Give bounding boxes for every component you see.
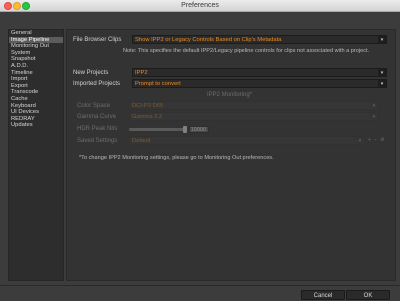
chevron-down-icon: ▾ bbox=[378, 69, 386, 76]
sidebar-item-redray[interactable]: REDRAY bbox=[9, 116, 63, 123]
footer-divider bbox=[0, 285, 400, 286]
sidebar-item-image-pipeline[interactable]: Image Pipeline bbox=[9, 36, 63, 44]
new-projects-dropdown[interactable]: IPP2 ▾ bbox=[132, 68, 387, 77]
ok-button[interactable]: OK bbox=[346, 290, 390, 300]
gamma-curve-value: Gamma 2.2 bbox=[132, 114, 163, 120]
sidebar-item-export[interactable]: Export bbox=[9, 83, 63, 90]
chevron-down-icon: ▾ bbox=[378, 36, 386, 43]
sidebar-item-monitoring-out[interactable]: Monitoring Out bbox=[9, 43, 63, 50]
sidebar-item-transcode[interactable]: Transcode bbox=[9, 89, 63, 96]
hdr-peak-nits-label: HDR Peak Nits bbox=[77, 126, 118, 132]
ipp2-monitoring-footnote: *To change IPP2 Monitoring settings, ple… bbox=[79, 155, 274, 161]
file-browser-clips-value: Show IPP2 or Legacy Controls Based on Cl… bbox=[135, 37, 282, 43]
sidebar-item-ui-devices[interactable]: UI Devices bbox=[9, 109, 63, 116]
sidebar-item-keyboard[interactable]: Keyboard bbox=[9, 103, 63, 110]
chevron-down-icon: ▾ bbox=[378, 80, 386, 87]
gear-icon[interactable]: ⚙ bbox=[380, 137, 384, 143]
saved-settings-value: Default bbox=[132, 138, 151, 144]
preferences-sidebar: General Image Pipeline Monitoring Out Sy… bbox=[8, 29, 64, 281]
hdr-peak-nits-value[interactable]: 10000 bbox=[189, 126, 209, 133]
preferences-window: General Image Pipeline Monitoring Out Sy… bbox=[0, 12, 400, 300]
sidebar-item-import[interactable]: Import bbox=[9, 76, 63, 83]
sidebar-item-general[interactable]: General bbox=[9, 30, 63, 37]
sidebar-item-cache[interactable]: Cache bbox=[9, 96, 63, 103]
color-space-dropdown[interactable]: DCI-P3 D65 ▾ bbox=[129, 101, 379, 110]
gamma-curve-label: Gamma Curve bbox=[77, 114, 117, 120]
gamma-curve-dropdown[interactable]: Gamma 2.2 ▾ bbox=[129, 112, 379, 121]
saved-settings-label: Saved Settings bbox=[77, 138, 118, 144]
new-projects-value: IPP2 bbox=[135, 70, 148, 76]
remove-icon[interactable]: − bbox=[374, 137, 377, 143]
sidebar-item-snapshot[interactable]: Snapshot bbox=[9, 56, 63, 63]
file-browser-clips-note: Note: This specifies the default IPP2/Le… bbox=[123, 48, 370, 54]
color-space-value: DCI-P3 D65 bbox=[132, 103, 164, 109]
sidebar-item-add[interactable]: A.D.D. bbox=[9, 63, 63, 70]
ipp2-monitoring-heading: IPP2 Monitoring* bbox=[207, 92, 253, 98]
file-browser-clips-dropdown[interactable]: Show IPP2 or Legacy Controls Based on Cl… bbox=[132, 35, 387, 44]
window-title: Preferences bbox=[181, 2, 219, 9]
color-space-label: Color Space bbox=[77, 103, 111, 109]
title-bar: Preferences bbox=[0, 0, 400, 12]
imported-projects-dropdown[interactable]: Prompt to convert ▾ bbox=[132, 79, 387, 88]
sidebar-item-timeline[interactable]: Timeline bbox=[9, 70, 63, 77]
new-projects-label: New Projects bbox=[73, 70, 109, 76]
imported-projects-value: Prompt to convert bbox=[135, 81, 181, 87]
hdr-peak-nits-slider-thumb[interactable] bbox=[183, 126, 187, 133]
chevron-down-icon: ▾ bbox=[356, 137, 364, 144]
add-icon[interactable]: + bbox=[368, 137, 371, 143]
chevron-down-icon: ▾ bbox=[370, 113, 378, 120]
chevron-down-icon: ▾ bbox=[370, 102, 378, 109]
hdr-peak-nits-slider[interactable] bbox=[129, 128, 184, 131]
file-browser-clips-label: File Browser Clips bbox=[73, 37, 122, 43]
imported-projects-label: Imported Projects bbox=[73, 81, 121, 87]
sidebar-item-updates[interactable]: Updates bbox=[9, 122, 63, 129]
sidebar-item-system[interactable]: System bbox=[9, 50, 63, 57]
image-pipeline-panel: File Browser Clips Show IPP2 or Legacy C… bbox=[66, 29, 396, 281]
cancel-button[interactable]: Cancel bbox=[301, 290, 345, 300]
saved-settings-dropdown[interactable]: Default ▾ bbox=[129, 136, 365, 145]
